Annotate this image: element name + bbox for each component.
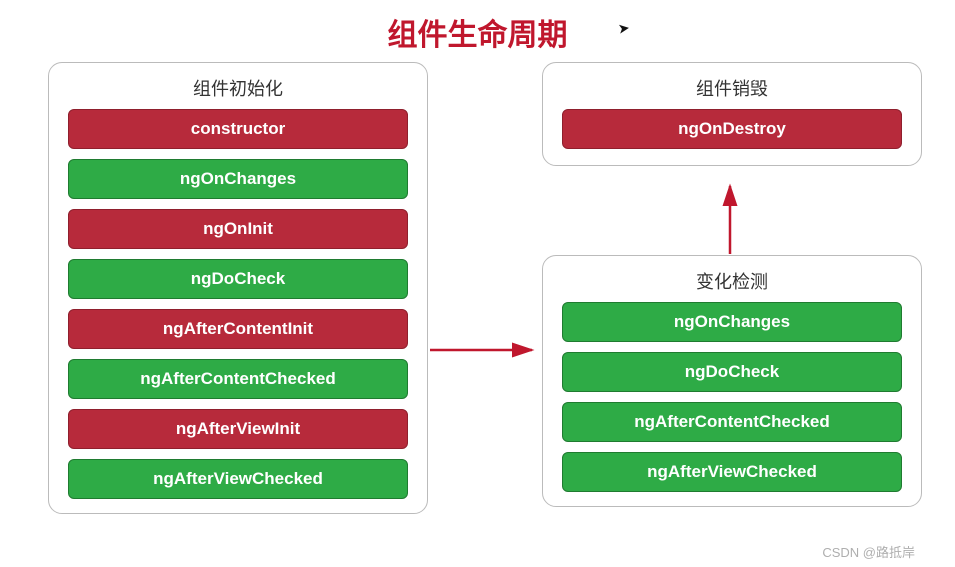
destroy-box-label: 组件销毁 <box>696 75 768 101</box>
lifecycle-hook: ngAfterViewChecked <box>68 459 408 499</box>
lifecycle-hook: ngAfterContentChecked <box>562 402 902 442</box>
lifecycle-hook: ngOnChanges <box>562 302 902 342</box>
lifecycle-hook-label: ngAfterContentChecked <box>140 369 336 389</box>
arrow-init-to-change <box>428 330 542 370</box>
lifecycle-hook: ngAfterViewChecked <box>562 452 902 492</box>
lifecycle-hook-label: ngAfterViewInit <box>176 419 300 439</box>
mouse-cursor-icon: ➤ <box>617 19 631 37</box>
lifecycle-hook: ngAfterContentChecked <box>68 359 408 399</box>
lifecycle-hook: ngDoCheck <box>562 352 902 392</box>
lifecycle-hook: ngAfterContentInit <box>68 309 408 349</box>
lifecycle-hook: ngAfterViewInit <box>68 409 408 449</box>
lifecycle-hook: ngOnDestroy <box>562 109 902 149</box>
lifecycle-hook: ngOnChanges <box>68 159 408 199</box>
lifecycle-hook-label: ngOnChanges <box>180 169 296 189</box>
init-box-label: 组件初始化 <box>193 75 283 101</box>
watermark: CSDN @路抵岸 <box>822 542 915 561</box>
lifecycle-hook-label: ngAfterContentInit <box>163 319 313 339</box>
lifecycle-hook-label: ngDoCheck <box>191 269 285 289</box>
lifecycle-hook: constructor <box>68 109 408 149</box>
lifecycle-hook: ngOnInit <box>68 209 408 249</box>
lifecycle-hook-label: ngAfterContentChecked <box>634 412 830 432</box>
lifecycle-hook-label: ngAfterViewChecked <box>153 469 323 489</box>
lifecycle-hook-label: ngOnChanges <box>674 312 790 332</box>
init-box: 组件初始化 constructor ngOnChanges ngOnInit n… <box>48 62 428 514</box>
lifecycle-hook-label: ngOnDestroy <box>678 119 786 139</box>
destroy-box: 组件销毁 ngOnDestroy <box>542 62 922 166</box>
diagram-title: 组件生命周期 <box>0 0 955 54</box>
lifecycle-hook-label: ngDoCheck <box>685 362 779 382</box>
lifecycle-hook-label: ngOnInit <box>203 219 273 239</box>
change-box-label: 变化检测 <box>696 268 768 294</box>
lifecycle-hook-label: ngAfterViewChecked <box>647 462 817 482</box>
change-box: 变化检测 ngOnChanges ngDoCheck ngAfterConten… <box>542 255 922 507</box>
lifecycle-hook: ngDoCheck <box>68 259 408 299</box>
arrow-change-to-destroy <box>710 178 750 256</box>
lifecycle-hook-label: constructor <box>191 119 285 139</box>
